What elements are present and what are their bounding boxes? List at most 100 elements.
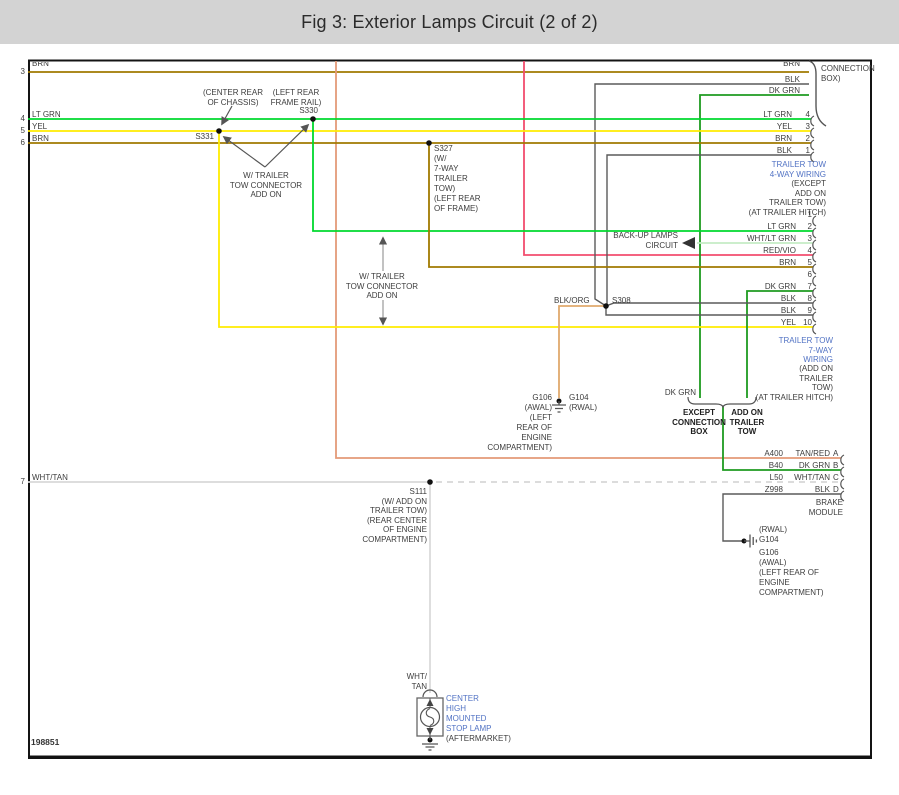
- wire3-label: BRN: [32, 62, 49, 68]
- c7-pin3-color: WHT/LT GRN: [746, 234, 796, 243]
- wire-blk-org-ground: [558, 305, 606, 398]
- ground-g106-right-label: G106 (AWAL) (LEFT REAR OF ENGINE COMPART…: [759, 548, 824, 597]
- c4-pin4-arc: [810, 115, 815, 127]
- c7-pin5-arc: [812, 263, 817, 275]
- cb-wire-dkgrn-label: DK GRN: [768, 86, 800, 95]
- ground-g104-mid-label: G104 (RWAL): [569, 393, 597, 412]
- bm-pinD-color: BLK: [814, 485, 830, 494]
- c7-pin8-num: 8: [807, 294, 812, 303]
- ground-g106-mid-label: G106 (AWAL) (LEFT REAR OF ENGINE COMPART…: [487, 393, 552, 452]
- c4-pin3-num: 3: [805, 122, 810, 131]
- wiring-diagram-page: Fig 3: Exterior Lamps Circuit (2 of 2) 3…: [0, 0, 899, 795]
- wire3-label-clipped: BRN: [32, 62, 58, 70]
- c7-pin1-arc: [812, 215, 817, 227]
- dk-grn-wire-label: DK GRN: [664, 388, 696, 397]
- c7-pin3-arc: [812, 239, 817, 251]
- connection-box-title: CONNECTION BOX): [821, 64, 875, 83]
- bm-pinC-letter: C: [833, 473, 839, 482]
- splice-s308-dot: [603, 303, 609, 309]
- stop-lamp-note: (AFTERMARKET): [446, 734, 511, 743]
- c7-pin10-num: 10: [803, 318, 812, 327]
- bm-pinD-letter: D: [833, 485, 839, 494]
- c7-pin1-num: 1: [807, 210, 812, 219]
- c7-pin5-color: BRN: [779, 258, 796, 267]
- wire5-number: 5: [20, 126, 25, 135]
- backup-lamps-note: BACK-UP LAMPS CIRCUIT: [613, 231, 678, 250]
- brake-module-title: BRAKE MODULE: [808, 498, 843, 517]
- c7-pin3-num: 3: [807, 234, 812, 243]
- ground-right-symbol: [744, 534, 758, 548]
- s111-note: S111 (W/ ADD ON TRAILER TOW) (REAR CENTE…: [362, 487, 427, 544]
- except-connection-box-label: EXCEPT CONNECTION BOX: [672, 408, 726, 437]
- wire-yel-s331-drop: [218, 131, 813, 328]
- c4-pin2-arc: [810, 139, 815, 151]
- c4-pin2-num: 2: [805, 134, 810, 143]
- c7-pin10-color: YEL: [780, 318, 796, 327]
- c7-pin8-color: BLK: [780, 294, 796, 303]
- wire5-label: YEL: [32, 122, 48, 131]
- wire4-number: 4: [20, 114, 25, 123]
- c7-pin9-num: 9: [807, 306, 812, 315]
- c7-pin6-arc: [812, 275, 817, 287]
- c7-pin7-arc: [812, 287, 817, 299]
- c7-pin2-arc: [812, 227, 817, 239]
- sheet-code: 198851: [31, 737, 60, 747]
- backup-lamps-arrow: [682, 237, 695, 249]
- cb-top-wire-label: BRN: [783, 62, 800, 68]
- c7-pin4-arc: [812, 251, 817, 263]
- wire3-number: 3: [20, 67, 25, 76]
- s308-wire-label: BLK/ORG: [554, 296, 590, 305]
- c7-pin10-arc: [812, 323, 817, 335]
- add-on-trailer-tow-label: ADD ON TRAILER TOW: [729, 408, 765, 437]
- wire7-label: WHT/TAN: [32, 473, 68, 482]
- trailer-tow-4way-title: TRAILER TOW 4-WAY WIRING: [769, 160, 826, 179]
- wire4-label: LT GRN: [32, 110, 61, 119]
- s330-location: (LEFT REAR FRAME RAIL): [270, 88, 322, 107]
- c7-pin9-arc: [812, 311, 817, 323]
- c7-pin7-num: 7: [807, 282, 812, 291]
- bm-pinB-circuit: B40: [768, 461, 783, 470]
- trailer-tow-7way-subtitle: (ADD ON TRAILER TOW) (AT TRAILER HITCH): [755, 364, 833, 402]
- c7-pin8-arc: [812, 299, 817, 311]
- splice-s330-dot: [310, 116, 316, 122]
- cb-top-wire-label-clipped: BRN: [770, 62, 800, 70]
- tow-connector-arrow-left: [222, 136, 266, 168]
- c7-pin5-num: 5: [807, 258, 812, 267]
- wire7-number: 7: [20, 477, 25, 486]
- tow-connector-note-2: W/ TRAILER TOW CONNECTOR ADD ON: [345, 272, 419, 301]
- c4-pin4-color: LT GRN: [763, 110, 792, 119]
- splice-s111-dot: [427, 479, 433, 485]
- lamp-ground-symbol: [422, 736, 438, 751]
- c7-pin4-num: 4: [807, 246, 812, 255]
- c4-pin4-num: 4: [805, 110, 810, 119]
- lamp-arrow-up: [426, 699, 434, 706]
- ground-g104-right-label: (RWAL) G104: [759, 525, 787, 544]
- bm-pinB-color: DK GRN: [798, 461, 830, 470]
- bm-pinC-color: WHT/TAN: [794, 473, 830, 482]
- c4-pin1-num: 1: [805, 146, 810, 155]
- c4-pin2-color: BRN: [775, 134, 792, 143]
- trailer-tow-7way-title: TRAILER TOW 7-WAY WIRING: [778, 336, 833, 365]
- c7-pin7-color: DK GRN: [764, 282, 796, 291]
- wire6-label: BRN: [32, 134, 49, 143]
- cb-wire-blk-label: BLK: [784, 75, 800, 84]
- splice-s327-dot: [426, 140, 432, 146]
- c7-pin4-color: RED/VIO: [763, 246, 796, 255]
- bm-pinB-letter: B: [833, 461, 839, 470]
- s331-name: S331: [195, 132, 214, 141]
- c4-pin1-color: BLK: [776, 146, 792, 155]
- s330-name: S330: [299, 106, 318, 115]
- splice-s331-dot: [216, 128, 222, 134]
- lamp-arrow-down: [426, 728, 434, 735]
- ground-mid-symbol: [552, 401, 566, 413]
- c7-pin6-num: 6: [807, 270, 812, 279]
- bm-pinA-circuit: A400: [764, 449, 783, 458]
- stop-lamp-title: CENTER HIGH MOUNTED STOP LAMP: [446, 694, 492, 733]
- chassis-pointer-arrow: [221, 105, 233, 126]
- tow-connector-note-1: W/ TRAILER TOW CONNECTOR ADD ON: [229, 171, 303, 200]
- s308-name: S308: [612, 296, 631, 305]
- bm-pinA-color: TAN/RED: [795, 449, 830, 458]
- bm-pinD-circuit: Z998: [764, 485, 783, 494]
- bm-pinA-letter: A: [833, 449, 839, 458]
- c4-pin3-arc: [810, 127, 815, 139]
